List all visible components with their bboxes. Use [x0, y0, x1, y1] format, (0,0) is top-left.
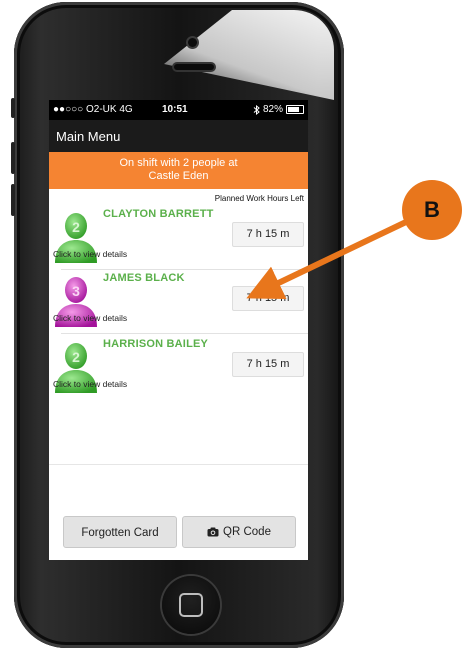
annotation-arrow [246, 219, 408, 300]
annotation-badge: B [402, 180, 462, 240]
arrow-line [246, 219, 408, 300]
